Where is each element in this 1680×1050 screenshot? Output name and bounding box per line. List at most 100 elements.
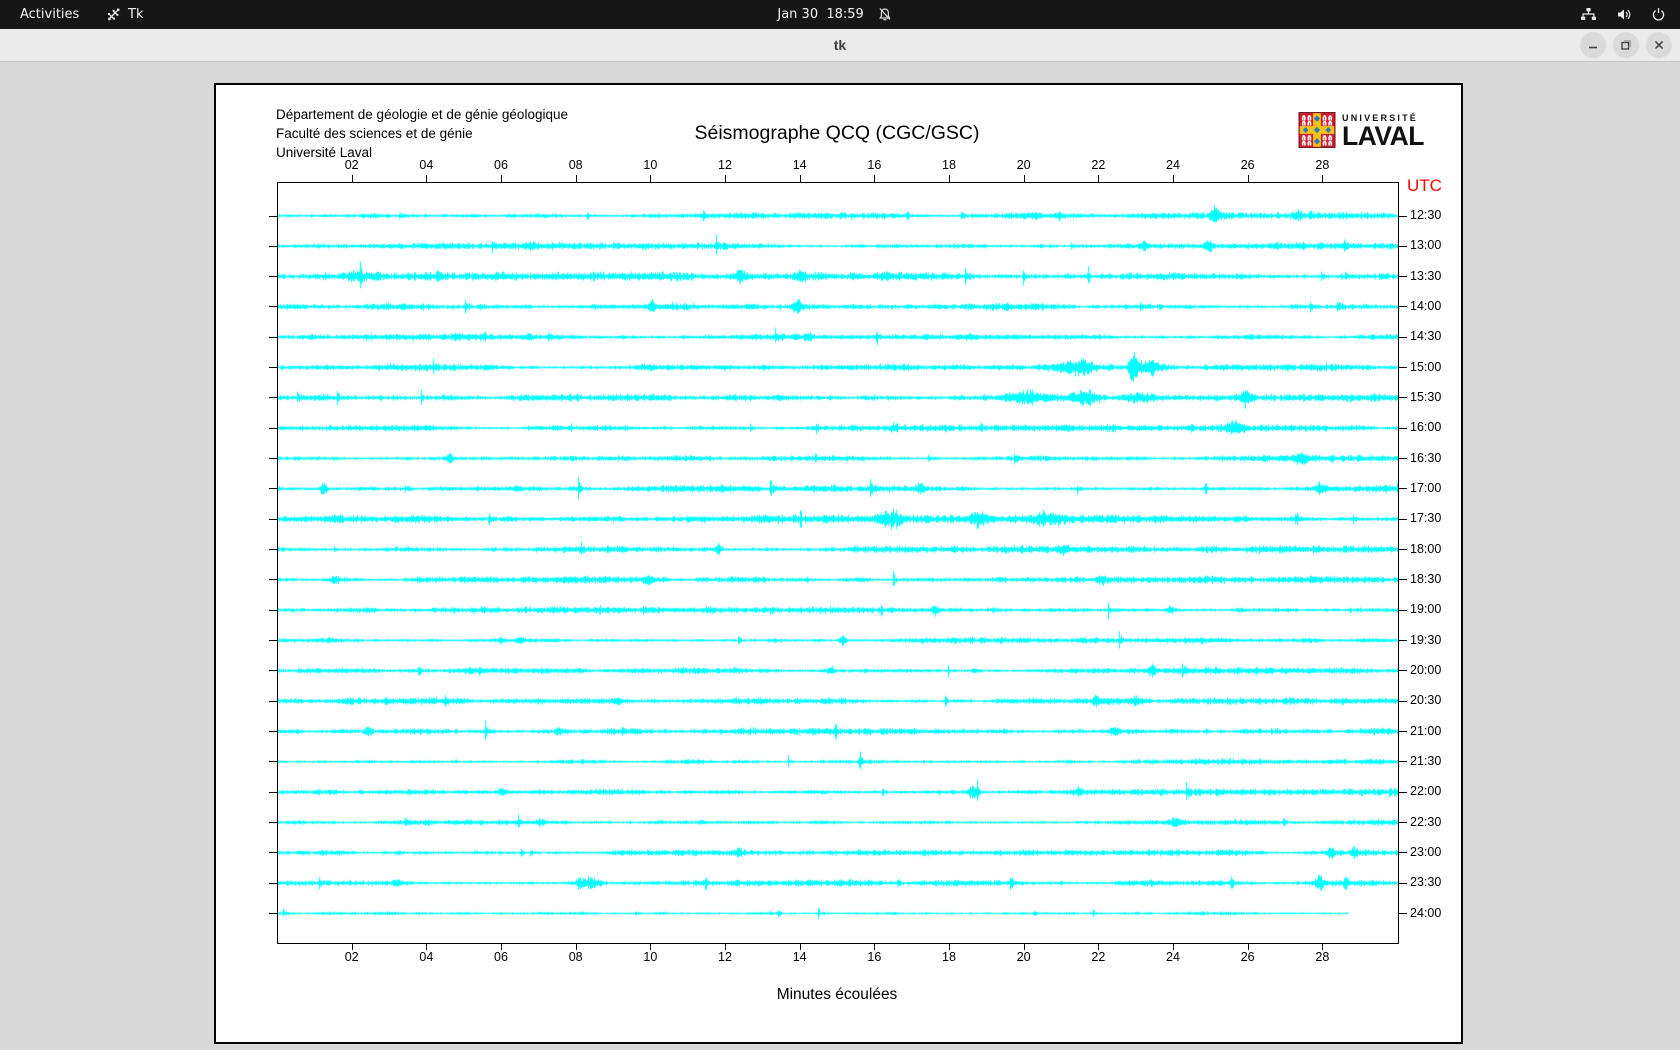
row-time-label: 23:30	[1410, 875, 1442, 890]
row-time-label: 19:30	[1410, 632, 1442, 647]
power-icon	[1651, 7, 1666, 22]
x-tick-top	[501, 175, 502, 182]
row-tick-left	[269, 549, 277, 551]
x-tick-top	[1173, 175, 1174, 182]
row-time-label: 24:00	[1410, 905, 1442, 920]
row-time-label: 23:00	[1410, 844, 1442, 859]
row-tick-right	[1398, 852, 1407, 854]
row-tick-left	[269, 458, 277, 460]
plot-title: Séismographe QCQ (CGC/GSC)	[694, 122, 980, 144]
x-tick-label-top: 22	[1091, 158, 1106, 172]
x-tick-bottom	[501, 943, 502, 950]
row-tick-right	[1398, 518, 1407, 520]
row-time-label: 16:00	[1410, 420, 1442, 435]
minimize-button[interactable]	[1580, 32, 1606, 58]
row-tick-left	[269, 245, 277, 247]
volume-icon	[1616, 7, 1632, 22]
x-tick-bottom	[1098, 943, 1100, 950]
row-tick-left	[269, 397, 277, 399]
x-tick-label-top: 10	[643, 158, 658, 172]
x-tick-label-top: 12	[718, 158, 732, 172]
system-status-area[interactable]	[1580, 0, 1666, 29]
maximize-button[interactable]	[1613, 32, 1639, 58]
row-time-label: 20:00	[1410, 662, 1442, 677]
x-tick-label-top: 24	[1166, 158, 1180, 172]
row-time-label: 14:30	[1410, 329, 1442, 344]
x-tick-label-bottom: 16	[867, 950, 882, 964]
row-tick-left	[269, 276, 277, 278]
row-tick-left	[269, 336, 277, 338]
window-title-bar[interactable]: tk	[0, 29, 1680, 62]
universite-laval-logo: UNIVERSITÉ LAVAL	[1298, 112, 1424, 153]
row-tick-left	[269, 427, 277, 429]
row-time-label: 17:30	[1410, 511, 1442, 526]
x-tick-top	[874, 175, 876, 182]
x-tick-label-top: 20	[1016, 158, 1031, 172]
x-tick-top	[799, 175, 801, 182]
row-tick-right	[1398, 458, 1407, 460]
x-tick-label-bottom: 12	[718, 950, 732, 964]
x-tick-top	[1098, 175, 1100, 182]
window-controls	[1580, 32, 1672, 58]
row-time-label: 15:00	[1410, 359, 1442, 374]
row-tick-left	[269, 700, 277, 702]
row-time-label: 20:30	[1410, 693, 1442, 708]
row-time-label: 16:30	[1410, 450, 1442, 465]
close-button[interactable]	[1646, 32, 1672, 58]
x-tick-label-top: 04	[419, 158, 434, 172]
x-tick-label-top: 16	[867, 158, 882, 172]
row-tick-left	[269, 215, 277, 217]
row-tick-right	[1398, 549, 1407, 551]
x-tick-bottom	[1023, 943, 1025, 950]
row-tick-left	[269, 731, 277, 733]
row-time-label: 22:00	[1410, 784, 1442, 799]
row-tick-right	[1398, 761, 1407, 763]
row-tick-right	[1398, 336, 1407, 338]
x-tick-label-bottom: 10	[643, 950, 658, 964]
window-content: Département de géologie et de génie géol…	[0, 62, 1680, 1050]
row-time-label: 17:00	[1410, 480, 1442, 495]
row-tick-left	[269, 670, 277, 672]
row-tick-left	[269, 913, 277, 915]
minimize-icon	[1589, 46, 1597, 49]
row-tick-right	[1398, 276, 1407, 278]
row-tick-right	[1398, 215, 1407, 217]
row-tick-right	[1398, 367, 1407, 369]
x-tick-top	[1023, 175, 1025, 182]
x-tick-bottom	[650, 943, 652, 950]
window-title: tk	[833, 37, 847, 53]
x-tick-bottom	[1322, 943, 1324, 950]
row-tick-left	[269, 882, 277, 884]
row-time-label: 21:30	[1410, 753, 1442, 768]
row-tick-right	[1398, 700, 1407, 702]
x-tick-label-top: 18	[942, 158, 956, 172]
x-tick-top	[1322, 175, 1324, 182]
x-axis-title: Minutes écoulées	[776, 986, 898, 1003]
laval-logo-text: UNIVERSITÉ LAVAL	[1342, 112, 1424, 153]
row-time-label: 21:00	[1410, 723, 1442, 738]
x-tick-label-top: 06	[494, 158, 508, 172]
x-tick-bottom	[874, 943, 876, 950]
tk-icon	[106, 7, 121, 22]
row-tick-right	[1398, 579, 1407, 581]
activities-button[interactable]: Activities	[16, 0, 83, 29]
x-tick-top	[1247, 175, 1249, 182]
clock-menu[interactable]: Jan 30 18:59	[777, 0, 902, 29]
laval-logo-laval: LAVAL	[1342, 121, 1424, 151]
row-tick-right	[1398, 397, 1407, 399]
x-tick-label-top: 28	[1315, 158, 1330, 172]
x-tick-bottom	[351, 943, 353, 950]
row-tick-right	[1398, 791, 1407, 793]
x-tick-bottom	[949, 943, 950, 950]
row-tick-left	[269, 518, 277, 520]
trace-canvas	[278, 183, 1398, 943]
x-tick-top	[426, 175, 428, 182]
x-tick-bottom	[426, 943, 428, 950]
row-tick-left	[269, 791, 277, 793]
row-tick-left	[269, 640, 277, 642]
app-indicator-tk[interactable]: Tk	[106, 0, 143, 29]
row-tick-left	[269, 579, 277, 581]
row-time-label: 13:00	[1410, 238, 1442, 253]
x-tick-bottom	[799, 943, 801, 950]
laval-shield-icon	[1298, 112, 1336, 153]
